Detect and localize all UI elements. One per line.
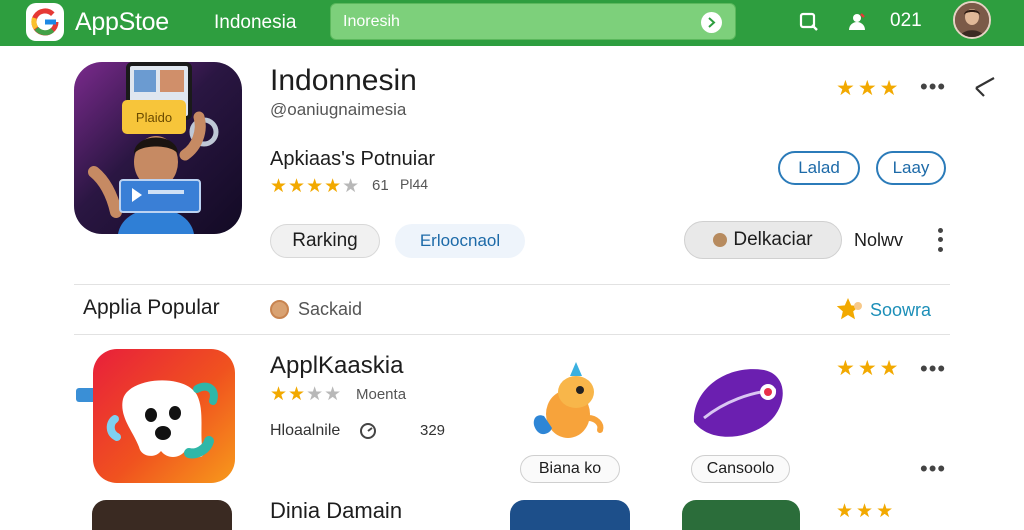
search-input[interactable]: Inoresih: [343, 13, 400, 31]
divider: [74, 284, 950, 285]
ranking-chip[interactable]: Rarking: [270, 224, 380, 258]
app-title[interactable]: Dinia Damain: [270, 500, 402, 522]
mini-app-label[interactable]: Cansoolo: [691, 455, 790, 483]
store-logo-icon: [31, 8, 59, 36]
notification-count[interactable]: 021: [890, 10, 922, 32]
app-icon-photo[interactable]: [92, 500, 232, 530]
user-avatar[interactable]: [953, 1, 991, 39]
new-label[interactable]: Nolwv: [854, 230, 903, 251]
section-sort[interactable]: Soowra: [836, 296, 931, 324]
timer-icon: [360, 423, 376, 439]
app-icon-ghost[interactable]: [93, 349, 235, 483]
section-filter[interactable]: Sackaid: [270, 297, 362, 321]
section-sort-label: Soowra: [870, 299, 932, 320]
icon-banner: Plaido: [122, 100, 186, 134]
more-options-icon[interactable]: •••: [920, 456, 946, 482]
featured-rating-stars: ★★★★★: [270, 176, 361, 197]
download-chip[interactable]: Erloocnaol: [395, 224, 525, 258]
app-title[interactable]: ApplKaaskia: [270, 352, 403, 380]
section-filter-label: Sackaid: [298, 298, 363, 319]
app-icon-green[interactable]: [682, 500, 800, 530]
overflow-menu-icon[interactable]: [934, 226, 946, 254]
featured-app-subtitle: @oaniugnaimesia: [270, 100, 407, 119]
more-options-icon[interactable]: •••: [920, 356, 946, 382]
detail-chip[interactable]: Delkaciar: [684, 221, 842, 259]
featured-top-stars: ★★★: [836, 77, 902, 100]
detail-chip-icon: [713, 233, 728, 247]
app-icon-blue[interactable]: [510, 500, 630, 530]
mini-app-icon-disc[interactable]: [686, 362, 790, 449]
featured-rating-count: Pl44: [400, 176, 429, 192]
mini-app-label[interactable]: Biana ko: [520, 455, 620, 483]
region-selector[interactable]: Indonesia: [214, 12, 296, 34]
detail-chip-label: Delkaciar: [733, 229, 813, 250]
app-rating-stars: ★★★★: [270, 384, 343, 405]
search-bar[interactable]: Inoresih: [330, 3, 736, 40]
more-options-icon[interactable]: •••: [920, 74, 946, 100]
search-submit-icon[interactable]: [701, 12, 722, 33]
filter-icon: [270, 299, 289, 319]
app-developer: Hloaalnile: [270, 422, 341, 439]
app-subtitle: Moenta: [356, 386, 407, 403]
top-bar: AppStoe Indonesia Inoresih 021: [0, 0, 1024, 46]
featured-app-title[interactable]: Indonnesin: [270, 64, 417, 98]
star-badge-icon: [836, 298, 862, 320]
section-title: Applia Popular: [83, 296, 220, 319]
search-icon[interactable]: [795, 8, 823, 36]
app-top-stars: ★★★: [836, 357, 902, 380]
load-button[interactable]: Lalad: [778, 151, 860, 185]
collapse-icon[interactable]: [972, 74, 1000, 102]
mini-app-icon-creature[interactable]: [528, 356, 612, 453]
play-button[interactable]: Laay: [876, 151, 946, 185]
download-icon[interactable]: [843, 8, 871, 36]
featured-rating-value: 61: [372, 177, 389, 194]
app-store-logo[interactable]: [26, 3, 64, 41]
app-download-count: 329: [420, 422, 446, 439]
divider: [74, 334, 950, 335]
featured-app-icon[interactable]: Plaido: [74, 62, 242, 234]
popular-label: Apkiaas's Potnuiar: [270, 148, 436, 170]
brand-name: AppStoe: [75, 8, 169, 36]
